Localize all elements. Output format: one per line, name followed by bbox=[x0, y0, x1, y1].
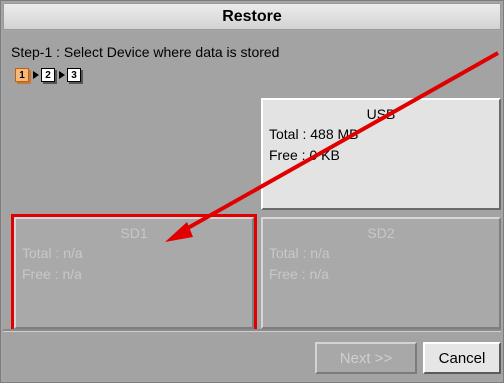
restore-dialog: Restore Step-1 : Select Device where dat… bbox=[0, 0, 504, 383]
annotation-arrow-icon bbox=[165, 51, 499, 242]
annotation-arrow-head bbox=[165, 222, 193, 242]
annotation-arrow-line bbox=[178, 51, 499, 235]
